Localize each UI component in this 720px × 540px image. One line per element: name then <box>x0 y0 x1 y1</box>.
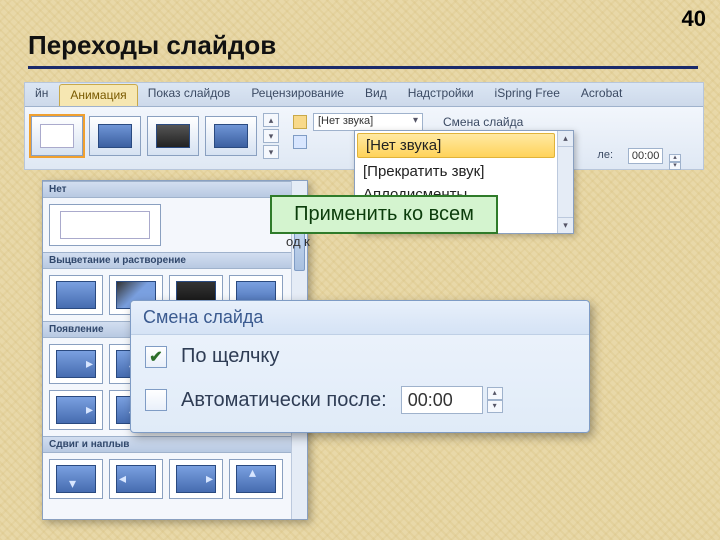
transition-thumb[interactable] <box>147 116 199 156</box>
auto-after-label: Автоматически после: <box>181 389 387 412</box>
gallery-scroll-down[interactable]: ▾ <box>263 129 279 143</box>
tab-design[interactable]: йн <box>25 83 59 106</box>
gallery-thumb[interactable]: ▸ <box>169 459 223 499</box>
tab-acrobat[interactable]: Acrobat <box>571 83 633 106</box>
page-number: 40 <box>682 6 706 32</box>
tab-review[interactable]: Рецензирование <box>241 83 355 106</box>
sound-item-stop[interactable]: [Прекратить звук] <box>355 160 557 183</box>
tab-addins[interactable]: Надстройки <box>398 83 485 106</box>
callout-tail-text: од к <box>286 234 310 249</box>
auto-after-time-field[interactable] <box>401 386 483 414</box>
on-click-label: По щелчку <box>181 345 279 368</box>
time-spin-up[interactable]: ▴ <box>669 154 681 162</box>
ribbon-tabs: йн Анимация Показ слайдов Рецензирование… <box>25 83 703 107</box>
on-click-row: По щелчку <box>145 345 575 368</box>
sound-list-scrollbar[interactable]: ▴ ▾ <box>557 131 573 233</box>
transition-none-thumb[interactable] <box>31 116 83 156</box>
gallery-thumb[interactable] <box>49 275 103 315</box>
on-click-checkbox[interactable] <box>145 346 167 368</box>
sound-scroll-down[interactable]: ▾ <box>558 217 573 233</box>
transition-thumb[interactable] <box>89 116 141 156</box>
gallery-thumb[interactable]: ◂ <box>109 459 163 499</box>
gallery-section-none: Нет <box>43 181 307 198</box>
transition-sound-combo[interactable]: [Нет звука] <box>313 113 423 131</box>
tab-animation[interactable]: Анимация <box>59 84 137 106</box>
tab-view[interactable]: Вид <box>355 83 398 106</box>
auto-after-short-label: ле: <box>597 149 613 161</box>
auto-after-row: Автоматически после: ▴ ▾ <box>145 386 575 414</box>
gallery-thumb[interactable]: ▸ <box>49 390 103 430</box>
sound-item-none[interactable]: [Нет звука] <box>357 133 555 158</box>
sound-icon <box>293 115 307 129</box>
auto-after-time: ▴ ▾ <box>401 386 503 414</box>
transition-gallery-row: ▴ ▾ ▾ <box>31 113 279 159</box>
gallery-section-fade: Выцветание и растворение <box>43 252 307 269</box>
gallery-thumb[interactable]: ▾ <box>49 459 103 499</box>
transition-thumb[interactable] <box>205 116 257 156</box>
ribbon-after-time: 00:00 ▴▾ <box>628 147 681 170</box>
page-title: Переходы слайдов <box>28 30 276 61</box>
advance-group-label: Смена слайда <box>443 115 523 129</box>
time-spin-down[interactable]: ▾ <box>669 162 681 170</box>
advance-panel-header: Смена слайда <box>131 301 589 335</box>
gallery-more[interactable]: ▾ <box>263 145 279 159</box>
gallery-scroll-up[interactable]: ▴ <box>263 113 279 127</box>
gallery-thumb[interactable]: ▴ <box>229 459 283 499</box>
auto-time-spin-up[interactable]: ▴ <box>487 387 503 400</box>
auto-time-spin-down[interactable]: ▾ <box>487 400 503 413</box>
tab-slideshow[interactable]: Показ слайдов <box>138 83 242 106</box>
auto-after-checkbox[interactable] <box>145 389 167 411</box>
ribbon-after-time-field[interactable]: 00:00 <box>628 148 664 164</box>
advance-slide-panel: Смена слайда По щелчку Автоматически пос… <box>130 300 590 433</box>
speed-icon <box>293 135 307 149</box>
apply-to-all-callout: Применить ко всем <box>270 195 498 234</box>
gallery-scroll-buttons: ▴ ▾ ▾ <box>263 113 279 159</box>
gallery-section-push: Сдвиг и наплыв <box>43 436 307 453</box>
gallery-thumb-none[interactable] <box>49 204 161 246</box>
sound-scroll-up[interactable]: ▴ <box>558 131 573 147</box>
tab-ispring[interactable]: iSpring Free <box>485 83 571 106</box>
gallery-thumb[interactable]: ▸ <box>49 344 103 384</box>
title-underline <box>28 66 698 69</box>
